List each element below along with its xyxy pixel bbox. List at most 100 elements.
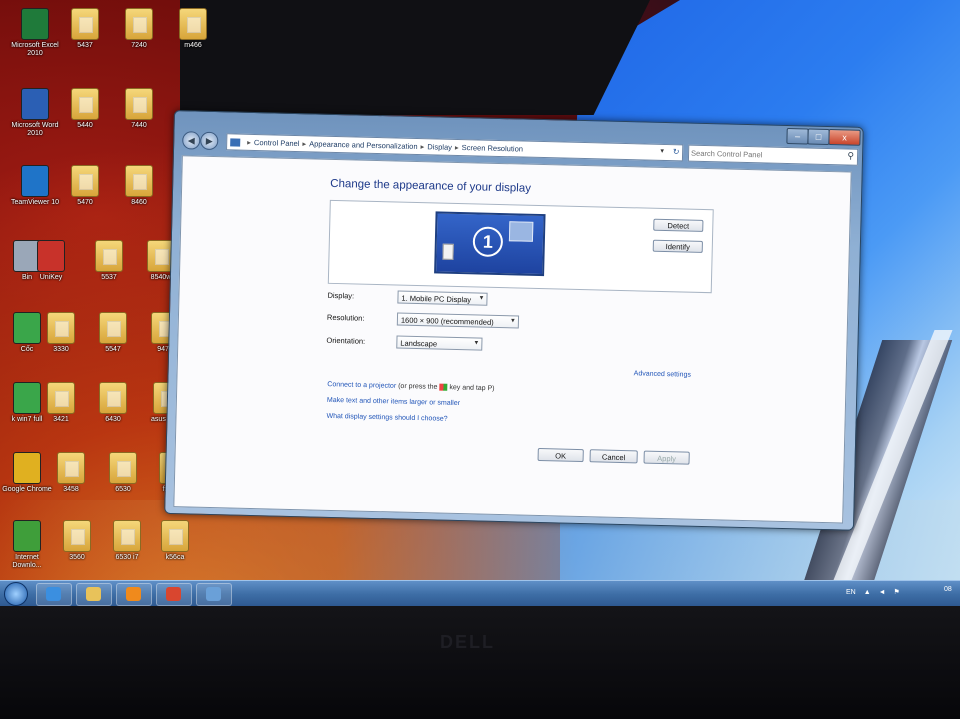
projector-row: Connect to a projector (or press the key … bbox=[327, 381, 494, 392]
breadcrumb-chevron-icon: ▸ bbox=[420, 142, 425, 152]
desktop-icon-label: 3560 bbox=[69, 554, 85, 561]
minimize-button[interactable]: – bbox=[786, 127, 809, 145]
ok-button[interactable]: OK bbox=[537, 447, 584, 463]
address-dropdown-icon[interactable]: ▾ bbox=[657, 144, 667, 159]
control-panel-icon bbox=[206, 587, 221, 601]
wallpaper-shadow bbox=[180, 0, 650, 115]
breadcrumb-screen-resolution[interactable]: Screen Resolution bbox=[462, 143, 523, 153]
laptop-bezel: DELL bbox=[0, 606, 960, 719]
desktop-icon-label: 5437 bbox=[77, 42, 93, 49]
desktop-icon[interactable]: Internet Downlo... bbox=[0, 520, 54, 570]
network-icon[interactable]: ▲ bbox=[864, 589, 871, 596]
close-button[interactable]: x bbox=[828, 129, 861, 146]
identify-button[interactable]: Identify bbox=[652, 239, 703, 253]
desktop-icon-label: Microsoft Excel 2010 bbox=[11, 42, 59, 57]
desktop-icon[interactable]: TeamViewer 10 bbox=[8, 165, 62, 207]
desktop-icon[interactable]: k56ca bbox=[148, 520, 202, 562]
monitor-preview-panel: 1 Detect Identify bbox=[327, 199, 714, 294]
taskbar-media-player[interactable] bbox=[116, 583, 152, 606]
desktop-icon[interactable]: 6530 bbox=[96, 452, 150, 494]
desktop-icon[interactable]: 7440 bbox=[112, 88, 166, 130]
desktop-icon[interactable]: 7240 bbox=[112, 8, 166, 50]
desktop-icon[interactable]: 5437 bbox=[58, 8, 112, 50]
excel-icon bbox=[21, 8, 49, 40]
desktop-icon[interactable]: UniKey bbox=[24, 240, 78, 282]
chevron-down-icon: ▼ bbox=[473, 340, 480, 347]
desktop-icon-label: 5547 bbox=[105, 346, 121, 353]
folder-icon bbox=[125, 165, 153, 197]
internet-explorer-icon bbox=[46, 587, 61, 601]
desktop-icon-label: 5440 bbox=[77, 122, 93, 129]
resolution-select[interactable]: 1600 × 900 (recommended) ▼ bbox=[396, 312, 520, 329]
connect-projector-link[interactable]: Connect to a projector bbox=[327, 381, 396, 390]
folder-icon bbox=[71, 8, 99, 40]
desktop-icon[interactable]: 8460 bbox=[112, 165, 166, 207]
desktop-icon-label: 5537 bbox=[101, 274, 117, 281]
desktop-icon-label: k56ca bbox=[165, 554, 185, 561]
desktop-icon[interactable]: 5547 bbox=[86, 312, 140, 354]
volume-icon[interactable]: ◄ bbox=[879, 589, 886, 596]
cancel-button[interactable]: Cancel bbox=[589, 449, 638, 464]
desktop-icon[interactable]: Microsoft Word 2010 bbox=[8, 88, 62, 138]
orientation-select[interactable]: Landscape ▼ bbox=[396, 335, 483, 351]
breadcrumb-chevron-icon: ▸ bbox=[302, 139, 307, 149]
desktop-icon[interactable]: 6530 i7 bbox=[100, 520, 154, 562]
chevron-down-icon: ▼ bbox=[509, 318, 516, 325]
clock[interactable]: 08 bbox=[944, 586, 952, 593]
desktop-icon-label: 6430 bbox=[105, 416, 121, 423]
text-size-link[interactable]: Make text and other items larger or smal… bbox=[327, 397, 460, 407]
taskbar-control-panel[interactable] bbox=[196, 583, 232, 606]
taskbar-file-explorer[interactable] bbox=[76, 583, 112, 606]
folder-icon bbox=[63, 520, 91, 552]
breadcrumb-display[interactable]: Display bbox=[427, 142, 452, 152]
screen-resolution-window: – □ x ◀ ▶ ▸ Control Panel ▸ Appearance and … bbox=[164, 110, 864, 531]
desktop-icon-label: 3421 bbox=[53, 416, 69, 423]
forward-button[interactable]: ▶ bbox=[200, 131, 219, 151]
search-box[interactable]: ⚲ bbox=[687, 144, 859, 166]
desktop-icon[interactable]: 5470 bbox=[58, 165, 112, 207]
display-select[interactable]: 1. Mobile PC Display ▼ bbox=[397, 290, 488, 306]
word-icon bbox=[21, 88, 49, 120]
desktop-icon[interactable]: 3560 bbox=[50, 520, 104, 562]
folder-icon bbox=[125, 88, 153, 120]
search-input[interactable] bbox=[690, 146, 838, 163]
resolution-label: Resolution: bbox=[326, 312, 365, 323]
unikey-icon bbox=[37, 240, 65, 272]
desktop-icon[interactable]: 3421 bbox=[34, 382, 88, 424]
desktop-icon[interactable]: Microsoft Excel 2010 bbox=[8, 8, 62, 58]
maximize-button[interactable]: □ bbox=[807, 128, 830, 146]
projector-hint-start: (or press the bbox=[398, 382, 438, 391]
folder-icon bbox=[99, 382, 127, 414]
desktop-icon[interactable]: 6430 bbox=[86, 382, 140, 424]
folder-icon bbox=[47, 382, 75, 414]
taskbar-internet-explorer[interactable] bbox=[36, 583, 72, 606]
projector-hint-end: key and tap P) bbox=[449, 384, 495, 393]
flag-icon[interactable]: ⚑ bbox=[893, 589, 899, 596]
desktop-thumbnail-icon bbox=[508, 221, 534, 242]
desktop-icon[interactable]: 3330 bbox=[34, 312, 88, 354]
folder-icon bbox=[71, 88, 99, 120]
monitor-1-tile[interactable]: 1 bbox=[434, 211, 546, 277]
start-button[interactable] bbox=[4, 582, 28, 606]
breadcrumb-control-panel[interactable]: Control Panel bbox=[254, 138, 300, 148]
taskbar-google-chrome[interactable] bbox=[156, 583, 192, 606]
orientation-label: Orientation: bbox=[326, 335, 366, 346]
desktop-icon[interactable]: m466 bbox=[166, 8, 220, 50]
folder-icon bbox=[161, 520, 189, 552]
advanced-settings-link[interactable]: Advanced settings bbox=[634, 370, 691, 378]
search-icon[interactable]: ⚲ bbox=[847, 150, 854, 161]
desktop-icon[interactable]: 5537 bbox=[82, 240, 136, 282]
display-help-link[interactable]: What display settings should I choose? bbox=[326, 413, 447, 423]
refresh-icon[interactable]: ↻ bbox=[670, 144, 682, 159]
language-indicator[interactable]: EN bbox=[846, 589, 856, 596]
breadcrumb-appearance[interactable]: Appearance and Personalization bbox=[309, 139, 418, 151]
desktop-icon[interactable]: 5440 bbox=[58, 88, 112, 130]
apply-button[interactable]: Apply bbox=[643, 450, 690, 465]
back-button[interactable]: ◀ bbox=[182, 131, 201, 150]
folder-icon bbox=[125, 8, 153, 40]
taskbar: EN ▲ ◄ ⚑ 08 bbox=[0, 580, 960, 607]
detect-button[interactable]: Detect bbox=[653, 218, 704, 232]
desktop-icon-label: 6530 i7 bbox=[115, 554, 139, 561]
brand-logo: DELL bbox=[440, 632, 495, 652]
desktop-icon[interactable]: 3458 bbox=[44, 452, 98, 494]
